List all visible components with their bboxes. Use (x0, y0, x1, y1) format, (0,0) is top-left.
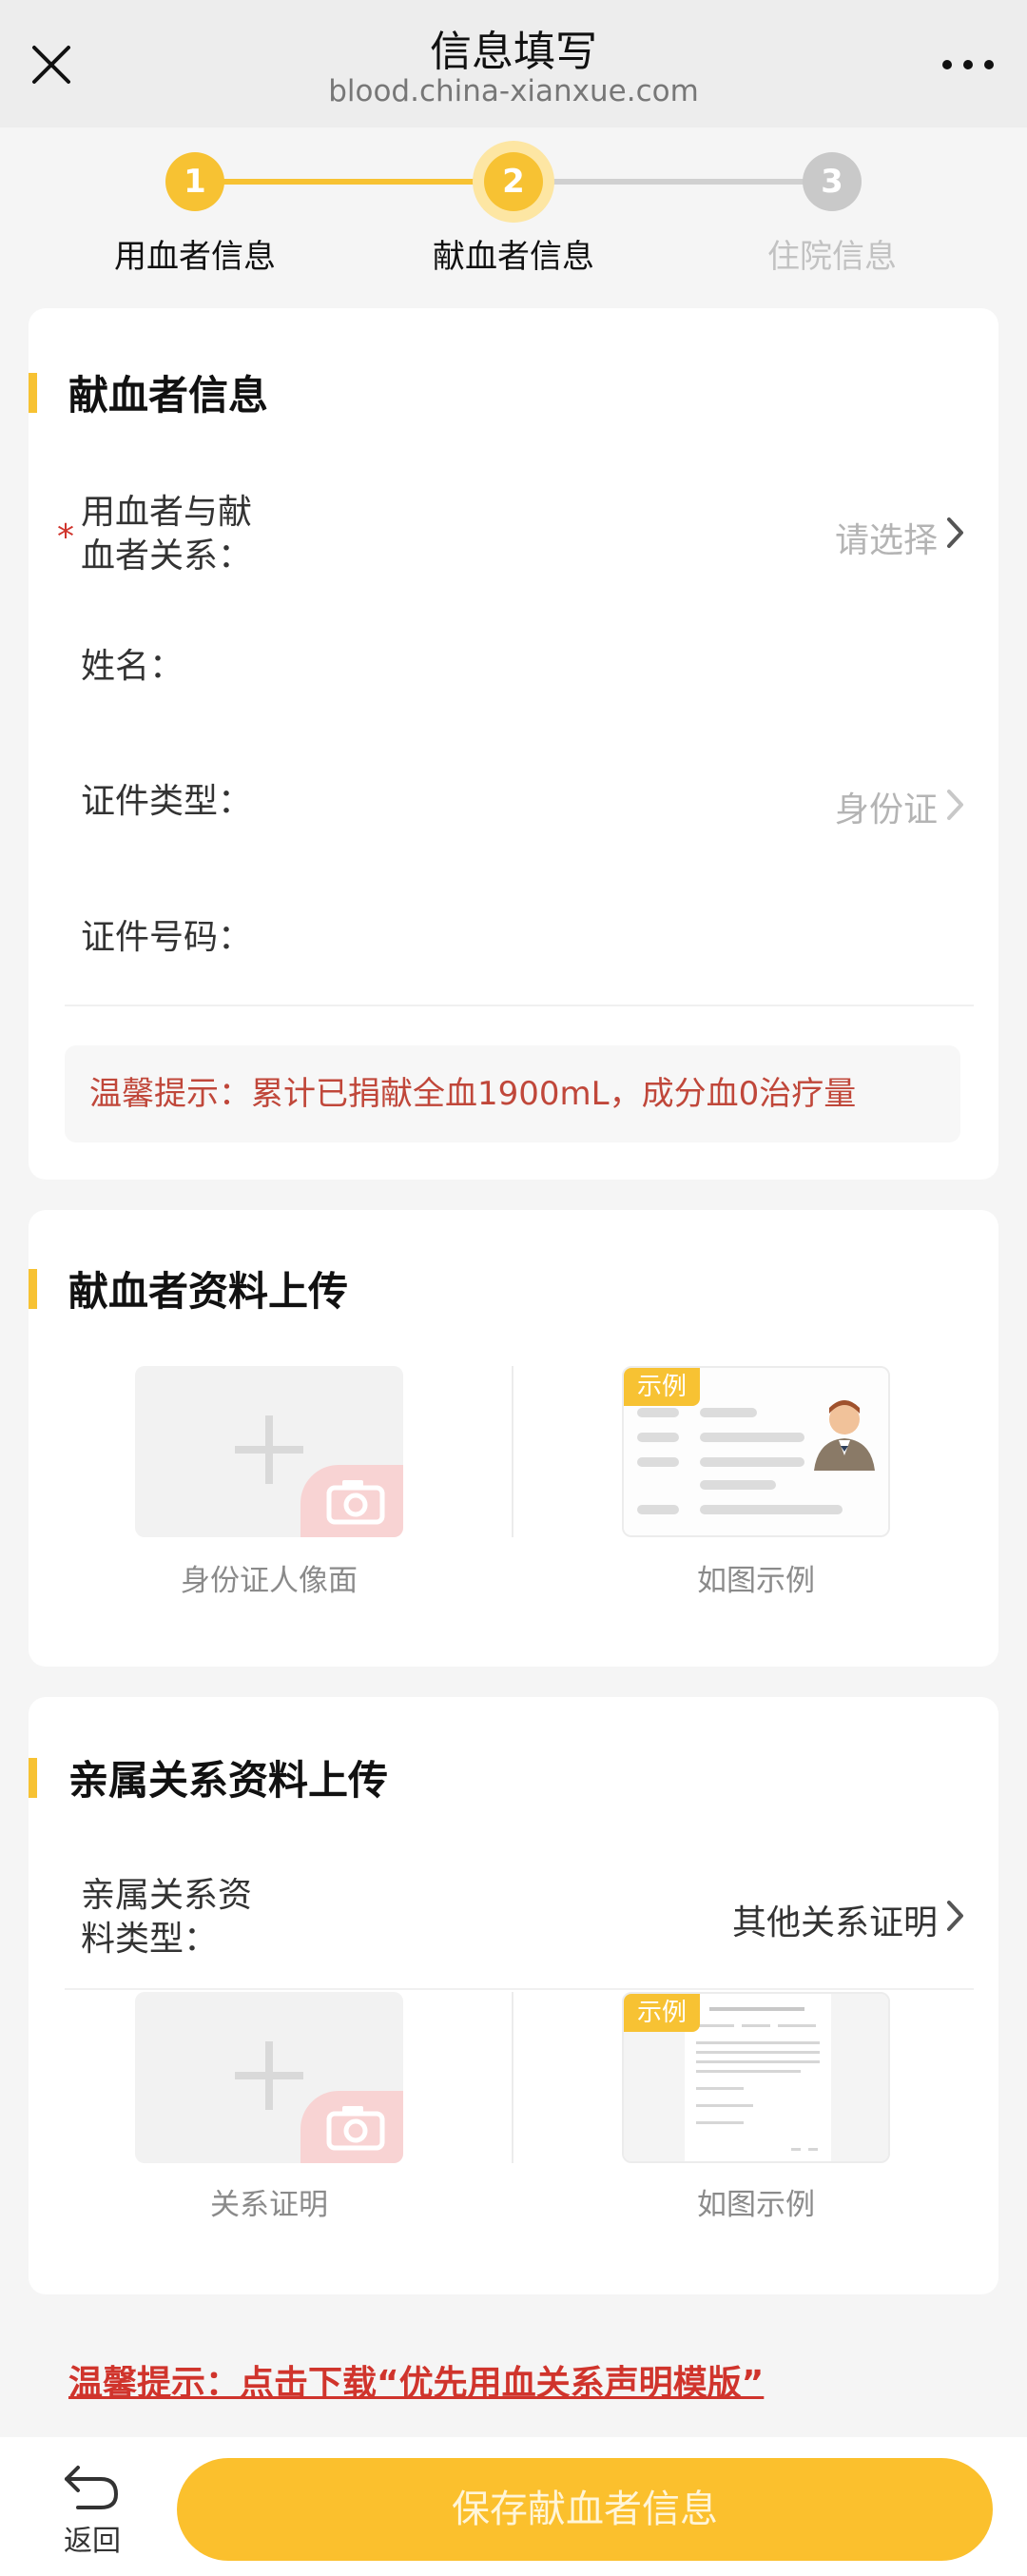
back-button[interactable]: 返回 (49, 2460, 135, 2558)
required-mark: * (57, 517, 74, 556)
section-accent-bar (29, 373, 37, 413)
chevron-right-icon (947, 790, 963, 820)
plus-icon-vertical (265, 1415, 273, 1484)
section-accent-bar (29, 1758, 37, 1798)
donation-tip: 温馨提示：累计已捐献全血1900mL，成分血0治疗量 (65, 1045, 960, 1142)
save-donor-info-button[interactable]: 保存献血者信息 (177, 2458, 993, 2561)
camera-badge (300, 1465, 403, 1537)
step-2-label: 献血者信息 (433, 238, 594, 276)
divider-vertical (512, 1992, 514, 2163)
relation-type-select[interactable]: 亲属关系资 料类型： 其他关系证明 (29, 1864, 998, 1969)
name-field[interactable]: 姓名： (29, 622, 998, 717)
id-type-label: 证件类型： (81, 782, 253, 821)
name-label: 姓名： (81, 647, 184, 686)
progress-steps: 1 2 3 用血者信息 献血者信息 住院信息 (0, 127, 1027, 289)
example-tag: 示例 (624, 1994, 700, 2032)
relation-label-line2: 血者关系： (81, 537, 253, 576)
relation-select[interactable]: * 用血者与献 血者关系： 请选择 (29, 479, 998, 594)
example-caption: 如图示例 (697, 2188, 815, 2222)
donor-upload-card: 献血者资料上传 身份证人像面 示例 如图示例 (29, 1210, 998, 1667)
donor-info-card: 献血者信息 * 用血者与献 血者关系： 请选择 姓名： 证件类型： 身份证 证件… (29, 308, 998, 1180)
chevron-right-icon (947, 1901, 963, 1931)
example-caption: 如图示例 (697, 1564, 815, 1598)
id-photo-caption: 身份证人像面 (181, 1564, 358, 1598)
camera-icon (326, 1480, 385, 1525)
step-3-circle: 3 (803, 152, 862, 211)
back-label: 返回 (64, 2525, 121, 2558)
step-3-label: 住院信息 (767, 238, 897, 276)
relation-type-value: 其他关系证明 (731, 1903, 938, 1942)
id-type-select[interactable]: 证件类型： 身份证 (29, 755, 998, 860)
divider (65, 1005, 974, 1006)
step-2-circle: 2 (484, 152, 543, 211)
relation-type-label-line2: 料类型： (81, 1920, 219, 1959)
donor-info-title: 献血者信息 (68, 372, 269, 419)
divider-vertical (512, 1366, 514, 1537)
relation-example-image[interactable]: 示例 (622, 1992, 890, 2163)
relation-value: 请选择 (834, 521, 938, 560)
camera-icon (326, 2106, 385, 2151)
more-icon[interactable] (938, 42, 998, 88)
relation-label-line1: 用血者与献 (81, 493, 253, 532)
relation-proof-caption: 关系证明 (210, 2188, 328, 2222)
back-arrow-icon (65, 2466, 119, 2509)
relation-upload-card: 亲属关系资料上传 亲属关系资 料类型： 其他关系证明 关系证明 示例 如图示例 (29, 1697, 998, 2294)
id-number-label: 证件号码： (81, 918, 253, 957)
example-tag: 示例 (624, 1368, 700, 1406)
download-template-link[interactable]: 温馨提示：点击下载“优先用血关系声明模版” (68, 2355, 764, 2405)
section-accent-bar (29, 1269, 37, 1309)
camera-badge (300, 2091, 403, 2163)
id-number-field[interactable]: 证件号码： (29, 893, 998, 988)
plus-icon-vertical (265, 2041, 273, 2110)
step-1-circle: 1 (165, 152, 224, 211)
page-title: 信息填写 (430, 28, 597, 76)
id-example-image[interactable]: 示例 (622, 1366, 890, 1537)
donor-upload-title: 献血者资料上传 (68, 1268, 349, 1315)
step-connector-pending (514, 179, 832, 185)
step-1-label: 用血者信息 (114, 238, 276, 276)
id-photo-upload[interactable] (135, 1366, 403, 1537)
divider (65, 1988, 974, 1990)
relation-proof-upload[interactable] (135, 1992, 403, 2163)
relation-type-label-line1: 亲属关系资 (81, 1876, 253, 1915)
bottom-action-bar: 返回 保存献血者信息 (0, 2437, 1027, 2576)
relation-upload-title: 亲属关系资料上传 (68, 1757, 389, 1804)
step-connector-done (195, 179, 514, 185)
id-type-value: 身份证 (834, 790, 938, 829)
chevron-right-icon (947, 517, 963, 548)
title-bar: 信息填写 blood.china-xianxue.com (0, 0, 1027, 127)
page-url: blood.china-xianxue.com (328, 74, 699, 108)
